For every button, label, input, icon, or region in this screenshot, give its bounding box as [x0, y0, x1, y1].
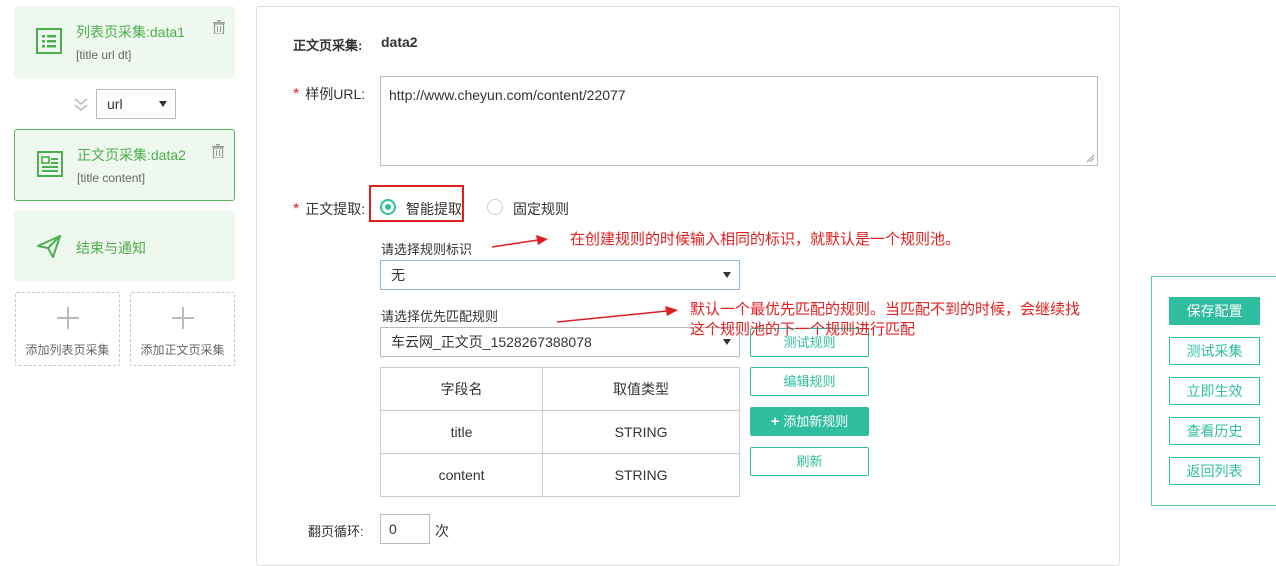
annotation-arrow-1 — [491, 235, 548, 248]
step-card-finish[interactable]: 结束与通知 — [14, 211, 235, 281]
step-content-title: 正文页采集:data2 — [77, 147, 186, 163]
plus-icon — [171, 307, 194, 329]
document-icon — [37, 151, 63, 177]
sample-url-value: http://www.cheyun.com/content/22077 — [389, 87, 626, 103]
caret-down-icon — [159, 101, 167, 107]
form-header-label: 正文页采集: — [293, 38, 363, 53]
caret-down-icon — [723, 339, 731, 345]
refresh-button[interactable]: 刷新 — [750, 447, 869, 476]
add-rule-label: 添加新规则 — [783, 414, 849, 429]
list-icon — [36, 28, 62, 54]
priority-rule-select-value: 车云网_正文页_1528267388078 — [391, 334, 592, 350]
rule-tag-select[interactable]: 无 — [380, 260, 740, 290]
table-row: content STRING — [379, 453, 740, 497]
caret-down-icon — [723, 272, 731, 278]
table-row: title STRING — [379, 410, 740, 454]
save-config-button[interactable]: 保存配置 — [1169, 297, 1260, 325]
rule-fields-table: 字段名 取值类型 title STRING content STRING — [379, 367, 740, 497]
add-list-page-label: 添加列表页采集 — [25, 343, 110, 357]
connector-select[interactable]: url — [96, 89, 176, 119]
step-list-title: 列表页采集:data1 — [76, 24, 185, 40]
connector-select-value: url — [107, 96, 123, 112]
required-mark: * — [293, 86, 300, 103]
table-header-cell: 取值类型 — [542, 367, 740, 411]
edit-rule-button[interactable]: 编辑规则 — [750, 367, 869, 396]
add-content-page-label: 添加正文页采集 — [140, 343, 225, 357]
annotation-rule-pool: 在创建规则的时候输入相同的标识，就默认是一个规则池。 — [570, 231, 961, 248]
double-chevron-down-icon — [74, 98, 88, 111]
apply-now-button[interactable]: 立即生效 — [1169, 377, 1260, 405]
url-label-text: 样例URL: — [305, 86, 366, 102]
extract-label: * 正文提取: — [293, 199, 365, 219]
radio-smart-extract-label[interactable]: 智能提取 — [406, 199, 462, 219]
required-mark: * — [293, 201, 300, 218]
view-history-button[interactable]: 查看历史 — [1169, 417, 1260, 445]
rule-tag-label: 请选择规则标识 — [381, 242, 473, 257]
radio-fixed-rule-label[interactable]: 固定规则 — [513, 199, 569, 219]
priority-rule-select[interactable]: 车云网_正文页_1528267388078 — [380, 327, 740, 357]
sample-url-textarea[interactable]: http://www.cheyun.com/content/22077 — [380, 76, 1098, 166]
priority-rule-label: 请选择优先匹配规则 — [381, 309, 499, 324]
pager-unit: 次 — [435, 523, 449, 539]
extract-label-text: 正文提取: — [305, 201, 366, 217]
annotation-priority-line1: 默认一个最优先匹配的规则。当匹配不到的时候，会继续找 — [690, 301, 1081, 318]
test-collect-button[interactable]: 测试采集 — [1169, 337, 1260, 365]
resize-handle-icon[interactable] — [1086, 154, 1095, 163]
trash-icon[interactable] — [212, 144, 224, 158]
step-card-list[interactable]: 列表页采集:data1 [title url dt] — [14, 6, 235, 78]
url-label: * 样例URL: — [293, 84, 365, 104]
radio-smart-extract[interactable] — [380, 199, 396, 215]
add-list-page-button[interactable]: 添加列表页采集 — [15, 292, 120, 366]
plus-icon: + — [770, 413, 780, 430]
add-content-page-button[interactable]: 添加正文页采集 — [130, 292, 235, 366]
table-cell: title — [379, 410, 544, 454]
add-rule-button[interactable]: + 添加新规则 — [750, 407, 869, 436]
form-header-value: data2 — [381, 34, 418, 50]
annotation-arrow-2 — [556, 306, 678, 323]
radio-fixed-rule[interactable] — [487, 199, 503, 215]
annotation-priority-line2: 这个规则池的下一个规则进行匹配 — [690, 321, 916, 338]
table-cell: content — [379, 453, 544, 497]
trash-icon[interactable] — [213, 20, 225, 34]
rule-tag-select-value: 无 — [391, 267, 405, 283]
pager-label: 翻页循环: — [308, 524, 364, 539]
pager-input-value: 0 — [389, 521, 397, 537]
table-header-row: 字段名 取值类型 — [379, 367, 740, 411]
table-cell: STRING — [542, 410, 740, 454]
step-card-content[interactable]: 正文页采集:data2 [title content] — [14, 129, 235, 201]
table-header-cell: 字段名 — [379, 367, 544, 411]
step-content-fields: [title content] — [77, 171, 146, 185]
step-finish-title: 结束与通知 — [76, 240, 146, 256]
paper-plane-icon — [37, 235, 61, 258]
back-to-list-button[interactable]: 返回列表 — [1169, 457, 1260, 485]
step-list-fields: [title url dt] — [76, 48, 132, 62]
action-panel: 保存配置 测试采集 立即生效 查看历史 返回列表 — [1151, 276, 1276, 506]
pager-input[interactable]: 0 — [380, 514, 430, 544]
plus-icon — [56, 307, 79, 329]
table-cell: STRING — [542, 453, 740, 497]
